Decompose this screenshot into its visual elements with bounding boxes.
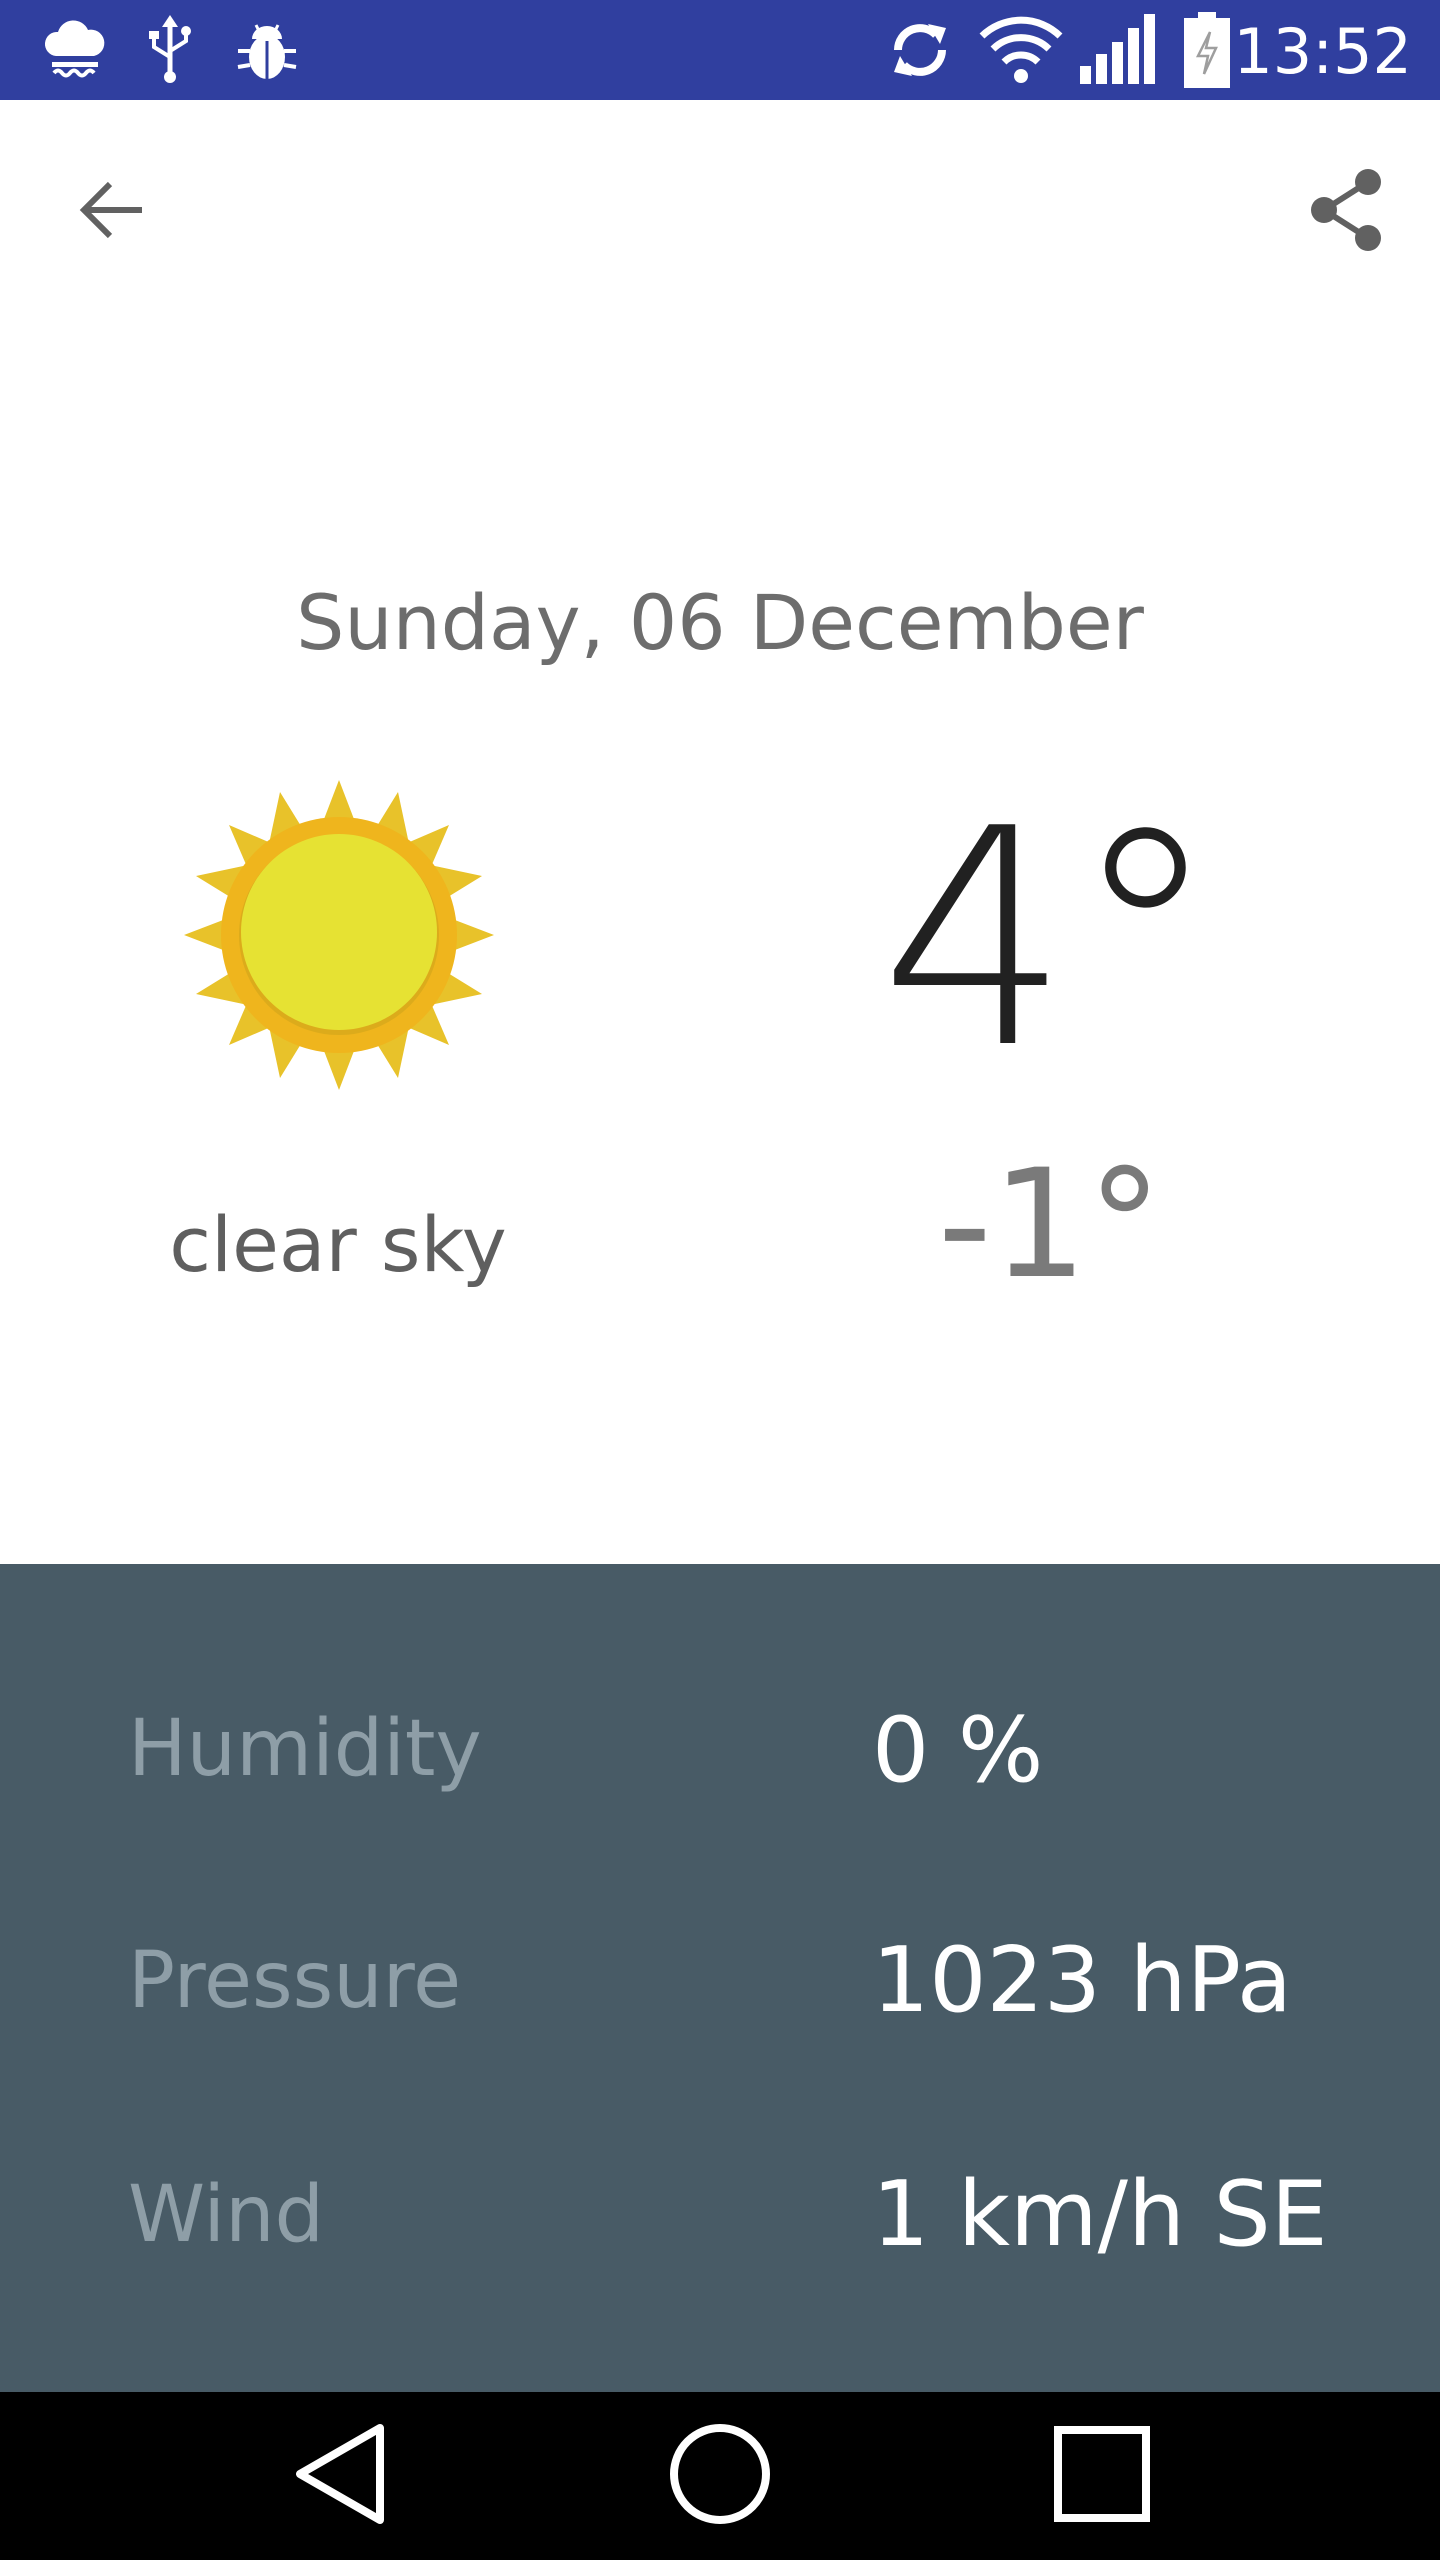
arrow-back-icon bbox=[76, 174, 148, 251]
weather-description: clear sky bbox=[169, 1200, 507, 1289]
sync-icon bbox=[884, 14, 956, 86]
low-temperature: -1° bbox=[937, 1138, 1163, 1312]
nav-home-icon bbox=[668, 2422, 772, 2531]
signal-icon bbox=[1078, 14, 1162, 86]
navigation-bar bbox=[0, 2392, 1440, 2560]
nav-home-button[interactable] bbox=[650, 2406, 790, 2546]
sun-icon bbox=[184, 780, 494, 1090]
wifi-icon bbox=[978, 14, 1064, 86]
pressure-value: 1023 hPa bbox=[872, 1928, 1293, 2033]
nav-recents-button[interactable] bbox=[1032, 2406, 1172, 2546]
weather-rain-icon bbox=[40, 14, 110, 86]
app-bar bbox=[0, 100, 1440, 324]
share-button[interactable] bbox=[1290, 156, 1402, 268]
clock: 13:52 bbox=[1233, 15, 1412, 88]
details-panel: Humidity 0 % Pressure 1023 hPa Wind 1 km… bbox=[0, 1564, 1440, 2392]
pressure-label: Pressure bbox=[128, 1936, 462, 2026]
wind-label: Wind bbox=[128, 2170, 325, 2260]
humidity-label: Humidity bbox=[128, 1704, 482, 1794]
forecast-date: Sunday, 06 December bbox=[296, 578, 1144, 667]
nav-back-button[interactable] bbox=[270, 2406, 410, 2546]
nav-recents-icon bbox=[1052, 2424, 1152, 2529]
bug-icon bbox=[234, 14, 300, 86]
high-temperature: 4° bbox=[879, 765, 1221, 1114]
share-icon bbox=[1308, 168, 1384, 257]
status-bar: 13:52 bbox=[0, 0, 1440, 100]
nav-back-icon bbox=[290, 2422, 390, 2531]
wind-value: 1 km/h SE bbox=[872, 2162, 1328, 2267]
usb-icon bbox=[142, 14, 198, 86]
battery-charging-icon bbox=[1182, 12, 1232, 88]
humidity-value: 0 % bbox=[872, 1698, 1044, 1803]
back-button[interactable] bbox=[56, 156, 168, 268]
